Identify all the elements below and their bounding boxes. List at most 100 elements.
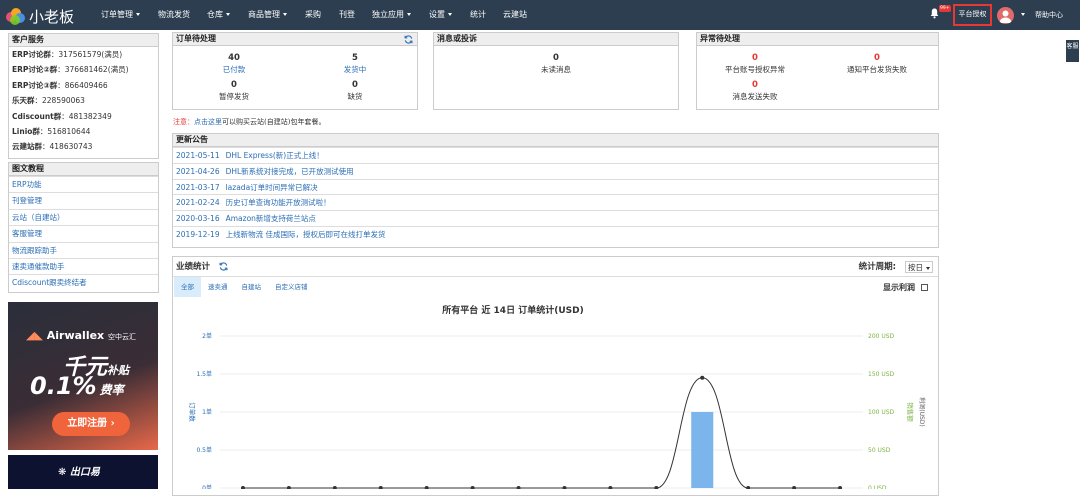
announcement-text: 上线新物流 佳成国际，授权后即可在线打单发货 <box>225 229 386 239</box>
group-name: ERP讨论②群 <box>12 65 58 75</box>
tab-all[interactable]: 全部 <box>174 277 201 297</box>
chevron-down-icon <box>136 13 140 16</box>
chevron-down-icon <box>407 13 411 16</box>
customer-service-side-tab[interactable]: 客服 <box>1066 40 1079 62</box>
ad-register-button[interactable]: 立即注册 › <box>52 412 130 436</box>
app-logo[interactable]: 小老板 <box>6 6 74 27</box>
announcement-item[interactable]: 2021-02-24 历史订单查询功能开放测试啦！ <box>173 194 938 210</box>
stat-out-of-stock[interactable]: 0 缺货 <box>310 80 400 102</box>
nav-statistics[interactable]: 统计 <box>470 0 486 30</box>
platform-tabs: 全部 速卖通 自建站 自定义店铺 <box>174 277 315 297</box>
stat-paused[interactable]: 0 暂停发货 <box>189 80 279 102</box>
tutorial-link[interactable]: 云站（自建站） <box>9 208 158 225</box>
top-navbar: 小老板 订单管理 物流发货 仓库 商品管理 采购 刊登 独立应用 设置 统计 云… <box>0 0 1080 30</box>
nav-warehouse[interactable]: 仓库 <box>207 0 230 30</box>
y2-tick-label: 100 USD <box>868 409 895 416</box>
group-number: ：317561579(满员) <box>50 50 123 59</box>
nav-order-management[interactable]: 订单管理 <box>101 0 140 30</box>
y2-tick-label: 0 USD <box>868 485 887 489</box>
logo-text: 小老板 <box>29 8 75 26</box>
y-tick-label: 0单 <box>202 484 212 489</box>
nav-purchase[interactable]: 采购 <box>305 0 321 30</box>
nav-label: 采购 <box>305 10 321 19</box>
avatar[interactable] <box>997 7 1014 24</box>
customer-service-row: ERP讨论②群：376681462(满员) <box>9 62 158 77</box>
stat-message-send-failed[interactable]: 0 消息发送失败 <box>710 80 800 102</box>
nav-listing[interactable]: 刊登 <box>339 0 355 30</box>
stat-shipping[interactable]: 5 发货中 <box>310 53 400 75</box>
announcement-text: DHL Express(新)正式上线！ <box>225 151 324 160</box>
y-tick-label: 0.5单 <box>196 446 212 454</box>
announcement-item[interactable]: 2021-05-11 DHL Express(新)正式上线！ <box>173 147 938 163</box>
chukou-ad[interactable]: ❋ 出口易 <box>8 455 158 489</box>
nav-logistics[interactable]: 物流发货 <box>158 0 190 30</box>
ad-line2: 0.1% 费率 <box>30 372 124 400</box>
group-name: ERP讨论群 <box>12 50 51 59</box>
airwallex-ad[interactable]: ◢◣ Airwallex 空中云汇 千元补贴 0.1% 费率 立即注册 › <box>8 302 158 450</box>
group-name: Linio群 <box>12 126 40 136</box>
nav-label: 仓库 <box>207 10 223 19</box>
tab-custom-store[interactable]: 自定义店铺 <box>268 277 315 297</box>
show-profit-toggle[interactable]: 显示利润 <box>883 282 928 293</box>
ad-brand: ◢◣ Airwallex 空中云汇 <box>26 329 136 342</box>
chevron-down-icon <box>226 13 230 16</box>
y2-axis-label: 销售额 <box>906 402 915 422</box>
announcement-item[interactable]: 2021-03-17 lazada订单时间异常已解决 <box>173 178 938 195</box>
refresh-icon[interactable] <box>404 35 413 44</box>
stat-unread-messages[interactable]: 0 未读消息 <box>511 53 601 75</box>
tutorial-link[interactable]: 刊登管理 <box>9 192 158 208</box>
panel-title-text: 订单待处理 <box>176 34 216 43</box>
announcement-item[interactable]: 2020-03-16 Amazon新增支持荷兰站点 <box>173 210 938 226</box>
announcements-panel: 更新公告 2021-05-11 DHL Express(新)正式上线！ 2021-0… <box>172 133 939 248</box>
stat-label: 平台账号授权异常 <box>725 65 785 74</box>
y2-tick-label: 150 USD <box>868 371 895 378</box>
group-name: 乐天群 <box>12 96 35 106</box>
tutorial-link[interactable]: 速卖通催款助手 <box>9 257 158 274</box>
announcement-date: 2021-03-17 <box>176 182 220 192</box>
refresh-icon[interactable] <box>219 262 228 271</box>
stat-auth-exception[interactable]: 0 平台账号授权异常 <box>710 53 800 75</box>
announcement-item[interactable]: 2021-04-26 DHL新系统对接完成，已开放测试使用 <box>173 162 938 179</box>
tutorial-link[interactable]: Cdiscount跟卖终结者 <box>9 274 158 290</box>
platform-auth-button[interactable]: 平台授权 <box>953 4 992 26</box>
group-number: ：376681462(满员) <box>57 65 129 75</box>
notice-link[interactable]: 点击这里 <box>194 118 222 126</box>
show-profit-checkbox[interactable] <box>920 284 928 291</box>
nav-product-management[interactable]: 商品管理 <box>248 0 287 30</box>
chevron-down-icon[interactable] <box>1021 13 1025 16</box>
ad-brand-cn: 空中云汇 <box>107 333 136 341</box>
tab-aliexpress[interactable]: 速卖通 <box>201 277 235 297</box>
nav-settings[interactable]: 设置 <box>429 0 452 30</box>
nav-label: 独立应用 <box>372 10 404 19</box>
period-select[interactable]: 按日 <box>905 261 933 273</box>
tab-own-site[interactable]: 自建站 <box>235 277 269 297</box>
announcement-item[interactable]: 2019-12-19 上线新物流 佳成国际，授权后即可在线打单发货 <box>173 225 938 242</box>
panel-title: 更新公告 <box>173 134 938 147</box>
tutorial-link[interactable]: 物流跟踪助手 <box>9 241 158 258</box>
stat-paid[interactable]: 40 已付款 <box>189 53 279 75</box>
announcement-date: 2021-04-26 <box>176 166 220 176</box>
exceptions-panel: 异常待处理 0 平台账号授权异常 0 通知平台发货失败 0 消息发送失败 <box>696 32 939 110</box>
panel-title: 业绩统计 统计周期: 按日 <box>173 257 938 277</box>
nav-independent-apps[interactable]: 独立应用 <box>372 0 411 30</box>
bell-icon[interactable] <box>930 8 939 19</box>
group-number: ：481382349 <box>61 111 112 121</box>
announcement-date: 2021-05-11 <box>176 151 220 160</box>
tutorial-link[interactable]: 客服管理 <box>9 225 158 241</box>
show-profit-label: 显示利润 <box>883 283 915 292</box>
line-point <box>700 375 705 380</box>
notice-text: 注意：点击这里可以购买云站(自建站)包年套餐。 <box>173 117 325 127</box>
y2-tick-label: 200 USD <box>868 333 895 340</box>
stat-value: 0 <box>874 53 880 63</box>
help-center-link[interactable]: 帮助中心 <box>1035 0 1063 30</box>
nav-site-builder[interactable]: 云建站 <box>503 0 527 30</box>
tutorial-link[interactable]: ERP功能 <box>9 176 158 192</box>
stat-shipping-notify-failed[interactable]: 0 通知平台发货失败 <box>832 53 922 75</box>
y-tick-label: 2单 <box>202 332 212 340</box>
ad-brand-text: 出口易 <box>69 467 100 478</box>
user-icon <box>999 10 1012 23</box>
stat-label: 暂停发货 <box>219 92 249 101</box>
stat-label: 已付款 <box>222 65 246 74</box>
announcement-text: lazada订单时间异常已解决 <box>225 182 318 192</box>
notice-suffix: 可以购买云站(自建站)包年套餐。 <box>222 118 326 126</box>
